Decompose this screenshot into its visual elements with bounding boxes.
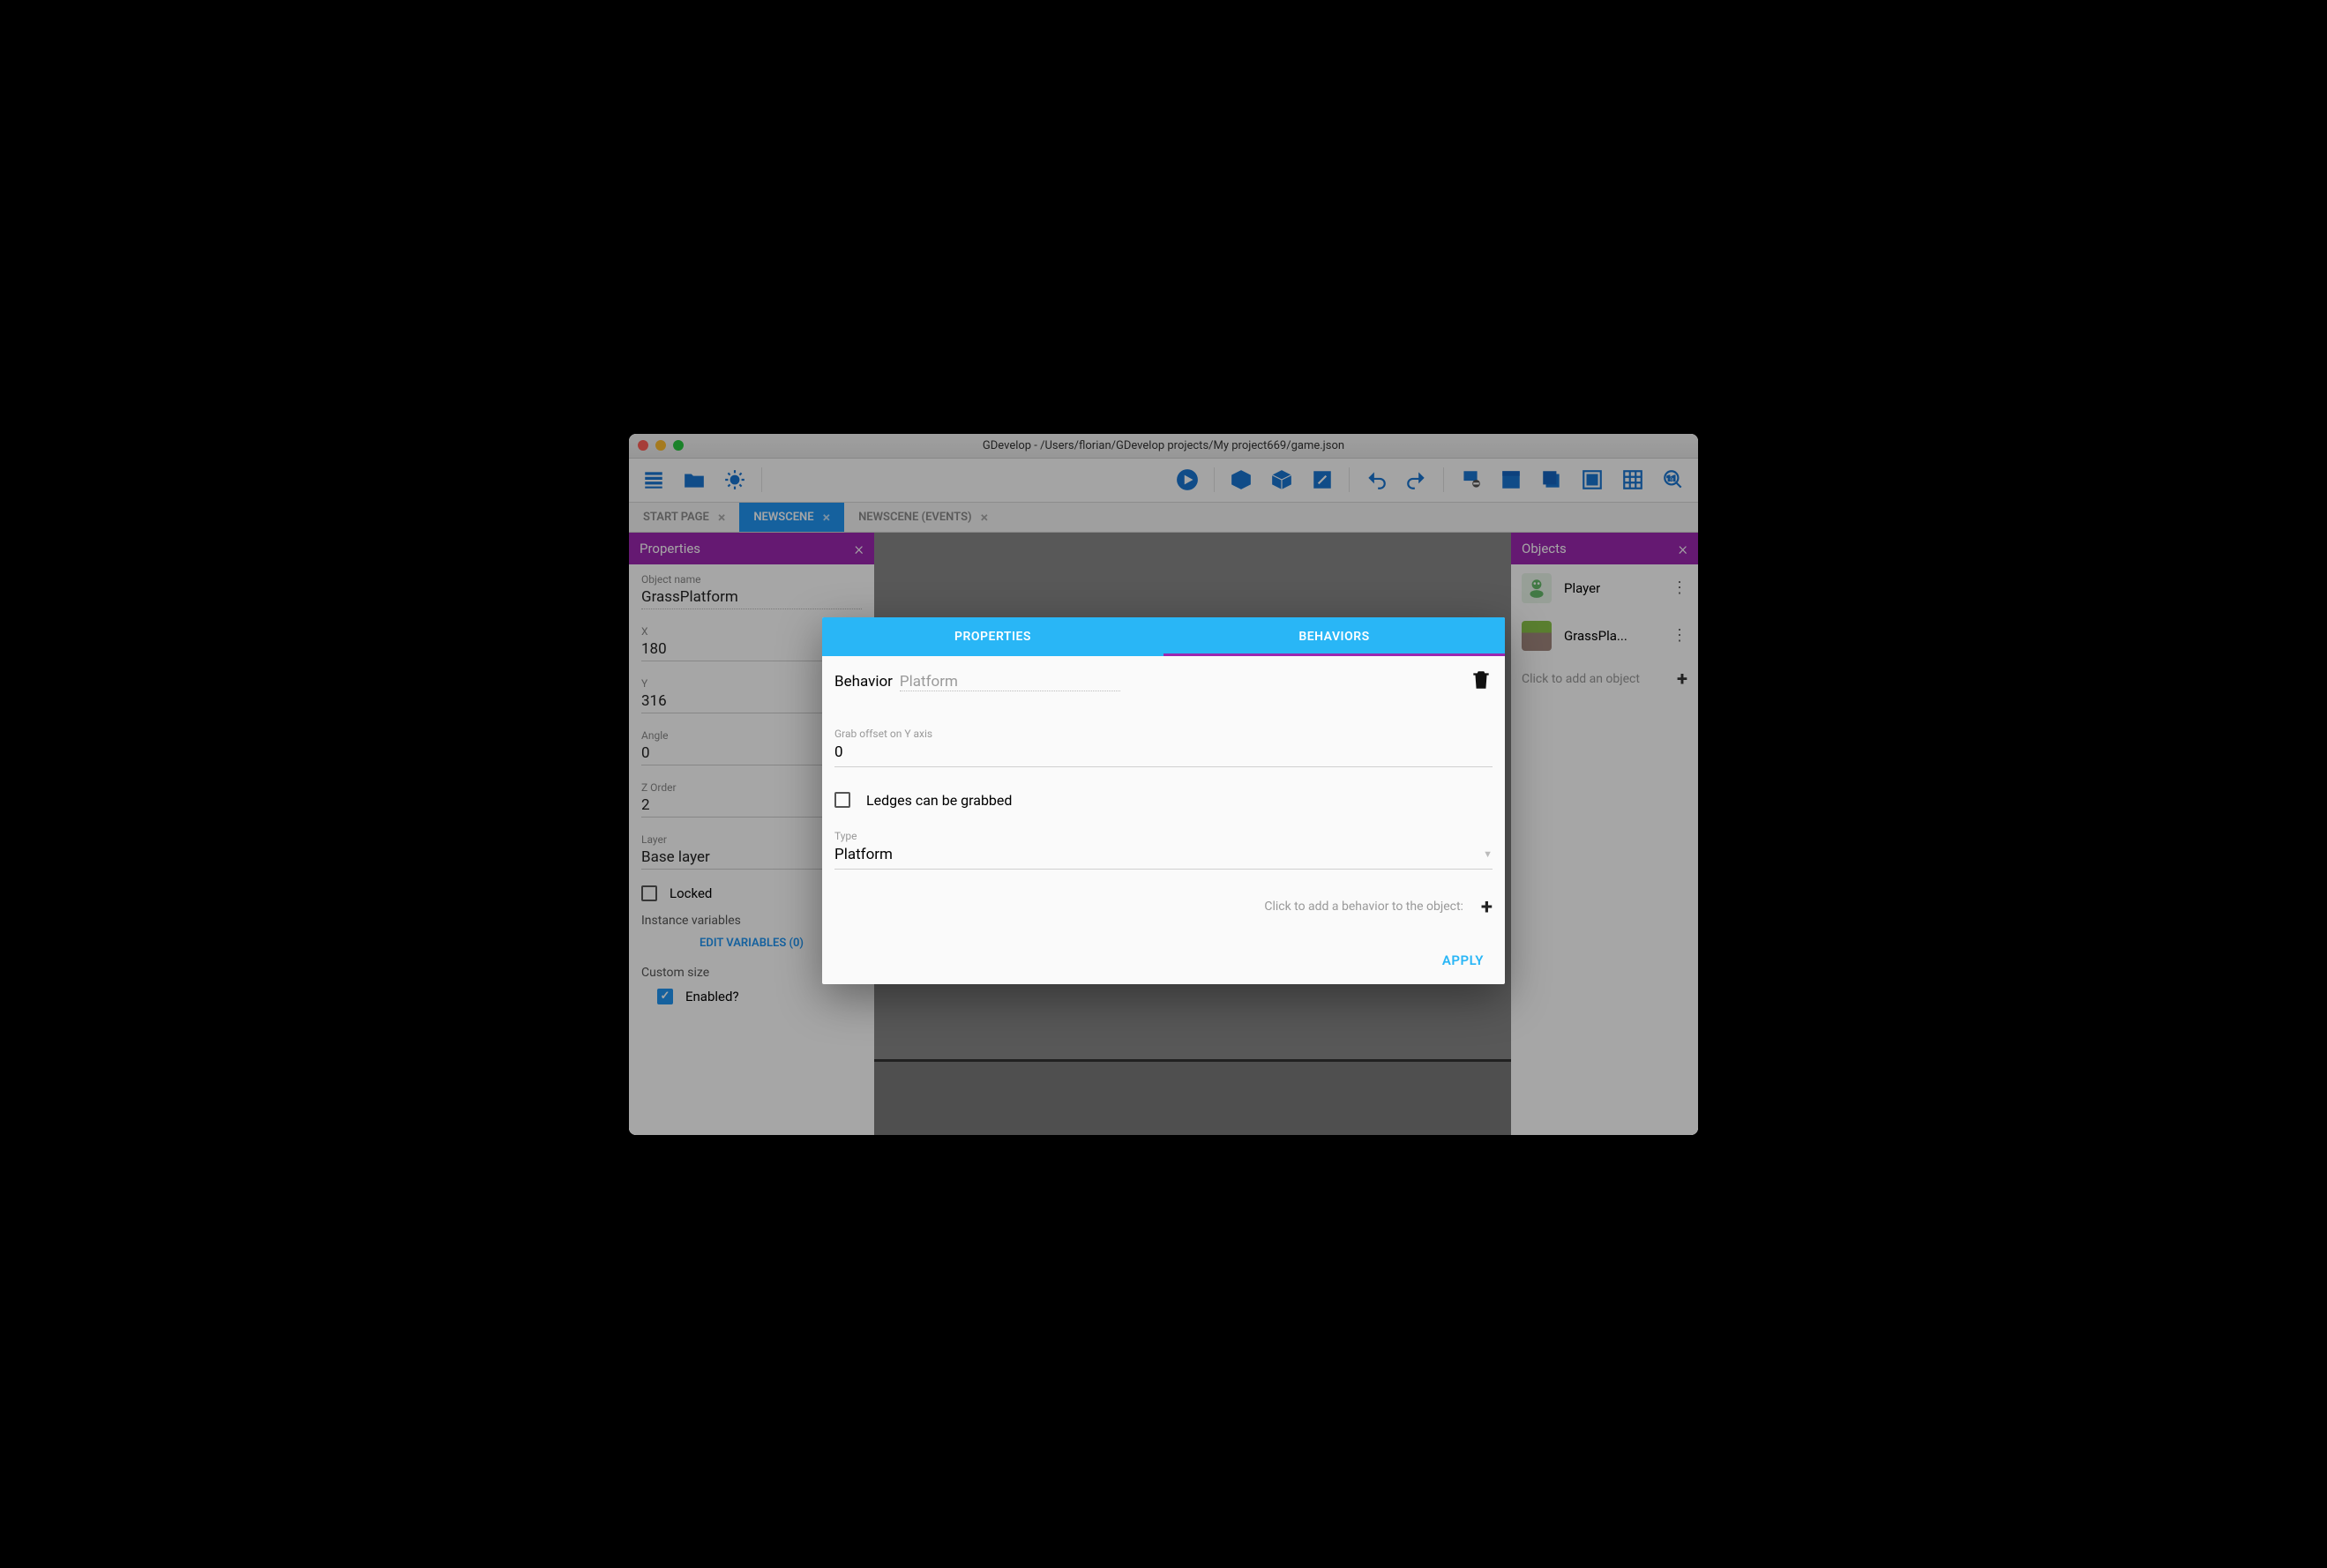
modal-overlay: PROPERTIES BEHAVIORS Behavior Platform G… [629,434,1698,1135]
grab-offset-label: Grab offset on Y axis [834,728,1493,740]
plus-icon[interactable]: + [1481,894,1493,919]
type-select[interactable]: Platform ▼ [834,846,1493,870]
grab-offset-input[interactable]: 0 [834,743,1493,767]
ledges-checkbox[interactable] [834,792,850,808]
dialog-tab-properties[interactable]: PROPERTIES [822,617,1164,656]
add-behavior-row[interactable]: Click to add a behavior to the object: + [834,878,1493,935]
add-behavior-label: Click to add a behavior to the object: [1264,900,1463,914]
behavior-name-input[interactable]: Platform [900,673,1120,691]
type-value: Platform [834,846,893,863]
behavior-label: Behavior [834,673,893,691]
chevron-down-icon: ▼ [1483,848,1493,860]
dialog-tabs: PROPERTIES BEHAVIORS [822,617,1505,656]
ledges-label: Ledges can be grabbed [866,792,1012,809]
ledges-checkbox-row[interactable]: Ledges can be grabbed [834,776,1493,825]
app-window: GDevelop - /Users/florian/GDevelop proje… [629,434,1698,1135]
dialog-tab-behaviors[interactable]: BEHAVIORS [1164,617,1505,656]
type-label: Type [834,830,1493,842]
trash-icon[interactable] [1470,668,1493,696]
apply-button[interactable]: APPLY [1442,952,1484,968]
behavior-dialog: PROPERTIES BEHAVIORS Behavior Platform G… [822,617,1505,984]
